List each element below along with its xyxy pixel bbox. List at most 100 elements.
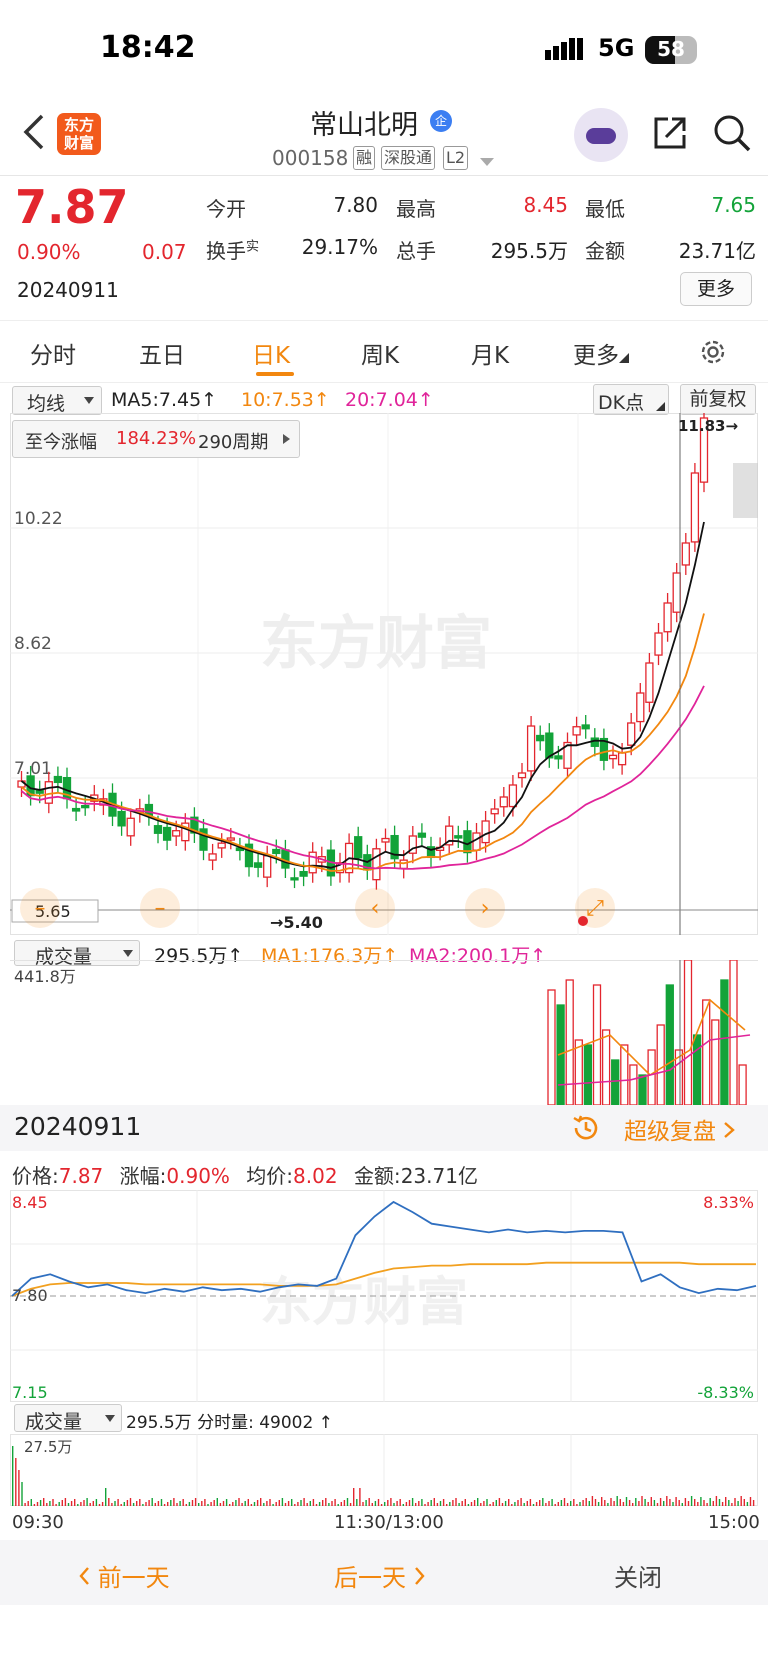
volume-bar <box>647 1049 656 1105</box>
chevron-right-icon <box>283 434 290 444</box>
volume-tick <box>322 1500 324 1506</box>
volume-tick <box>157 1501 160 1506</box>
volume-tick <box>641 1496 643 1506</box>
next-day-button[interactable]: 后一天 <box>334 1558 426 1593</box>
gear-icon[interactable] <box>698 337 728 371</box>
volume-tick <box>114 1501 116 1506</box>
volume-bar <box>711 1019 720 1105</box>
prev-day-button[interactable]: 前一天 <box>78 1558 170 1593</box>
intraday-volume-select[interactable]: 成交量 <box>14 1404 122 1433</box>
candle-body <box>617 752 627 766</box>
gain-summary[interactable]: 至今涨幅 184.23% 290周期 <box>12 420 300 458</box>
volume-tick <box>458 1503 460 1506</box>
volume-tick <box>287 1501 290 1506</box>
intraday-chart[interactable]: 东方财富 8.45 8.33% 7.80 7.15 -8.33% <box>10 1190 758 1402</box>
volume-bar <box>601 1029 611 1105</box>
dk-point-label: DK点 <box>598 392 645 414</box>
volume-tick <box>123 1502 125 1506</box>
adjust-button[interactable]: 前复权 <box>680 384 756 415</box>
candle-body <box>53 775 63 784</box>
volume-tick <box>356 1499 358 1506</box>
share-icon[interactable] <box>650 113 690 157</box>
tab-month-k[interactable]: 月K <box>471 336 509 370</box>
candle-body <box>272 848 281 855</box>
tab-more[interactable]: 更多 <box>573 336 629 370</box>
volume-tick <box>687 1501 690 1506</box>
volume-tick <box>594 1499 597 1506</box>
volume-tick <box>368 1498 370 1506</box>
assistant-avatar[interactable] <box>574 108 628 162</box>
volume-tick <box>752 1500 755 1506</box>
volume-tick <box>340 1502 342 1506</box>
candle-body <box>81 804 90 809</box>
volume-tick <box>306 1503 308 1506</box>
volume-tick <box>229 1504 231 1506</box>
volume-value: 295.5万 <box>490 239 568 263</box>
candle-body <box>299 870 308 877</box>
volume-tick <box>647 1502 649 1506</box>
volume-tick <box>374 1501 377 1506</box>
candle-body <box>654 632 663 656</box>
volume-tick <box>539 1500 541 1506</box>
volume-tick <box>247 1499 249 1506</box>
tab-week-k[interactable]: 周K <box>361 336 399 370</box>
amount-value: 23.71亿 <box>400 1164 478 1188</box>
volume-tick <box>526 1501 528 1506</box>
candle-body <box>645 662 654 703</box>
volume-tick <box>132 1503 135 1506</box>
volume-tick <box>129 1498 132 1506</box>
signal-icon <box>545 38 585 64</box>
ma5-value: MA5:7.45↑ <box>111 389 218 411</box>
tab-intraday[interactable]: 分时 <box>30 336 76 370</box>
volume-tick <box>734 1498 736 1506</box>
volume-tick <box>508 1499 510 1506</box>
volume-bar <box>738 1064 747 1105</box>
volume-tick <box>439 1501 442 1506</box>
volume-tick <box>253 1502 256 1506</box>
volume-tick <box>473 1500 476 1506</box>
super-review-link[interactable]: 超级复盘 <box>624 1112 736 1146</box>
close-button[interactable]: 关闭 <box>614 1558 662 1593</box>
candle-body <box>381 837 390 843</box>
volume-bar <box>592 984 602 1105</box>
more-button[interactable]: 更多 <box>680 272 752 306</box>
ma-select[interactable]: 均线 <box>12 386 102 415</box>
volume-tick <box>61 1500 63 1506</box>
volume-bar <box>583 1044 593 1105</box>
volume-tick <box>272 1504 274 1506</box>
stock-name[interactable]: 常山北明 <box>310 103 418 142</box>
volume-bar <box>620 1044 629 1105</box>
candle-body <box>481 820 490 844</box>
volume-chart[interactable]: 441.8万 <box>10 960 758 1105</box>
volume-tick <box>359 1488 361 1506</box>
volume-tick <box>480 1503 482 1506</box>
y-tick-label: 8.62 <box>14 634 52 654</box>
history-icon[interactable] <box>570 1112 602 1148</box>
volume-bar <box>574 1039 583 1105</box>
selected-date: 20240911 <box>14 1112 142 1141</box>
volume-tick <box>312 1499 315 1506</box>
back-button[interactable] <box>22 112 46 159</box>
tab-day-k[interactable]: 日K <box>252 336 290 370</box>
volume-tick <box>170 1500 172 1506</box>
volume-tick <box>52 1499 54 1506</box>
candle-body <box>290 877 299 881</box>
dropdown-icon[interactable] <box>480 153 494 172</box>
status-time: 18:42 <box>100 30 196 65</box>
candle-body <box>608 754 618 760</box>
kline-chart[interactable]: 东方财富10.228.627.015.6511.83→→5.40– – ‹ › ⤢ <box>10 413 758 935</box>
search-icon[interactable] <box>712 113 752 157</box>
chart-nav-icon: – <box>155 896 166 921</box>
volume-bar <box>665 984 674 1105</box>
volume-tick <box>89 1503 91 1506</box>
dk-point-button[interactable]: DK点 <box>593 384 669 415</box>
volume-tick <box>492 1502 494 1506</box>
volume-tick <box>672 1502 674 1506</box>
chevron-left-icon <box>23 114 44 150</box>
volume-tick <box>411 1498 414 1506</box>
network-type: 5G <box>598 34 635 62</box>
volume-tick <box>446 1504 448 1506</box>
volume-tick <box>486 1499 488 1506</box>
tab-five-day[interactable]: 五日 <box>139 336 185 370</box>
volume-tick <box>145 1502 147 1506</box>
